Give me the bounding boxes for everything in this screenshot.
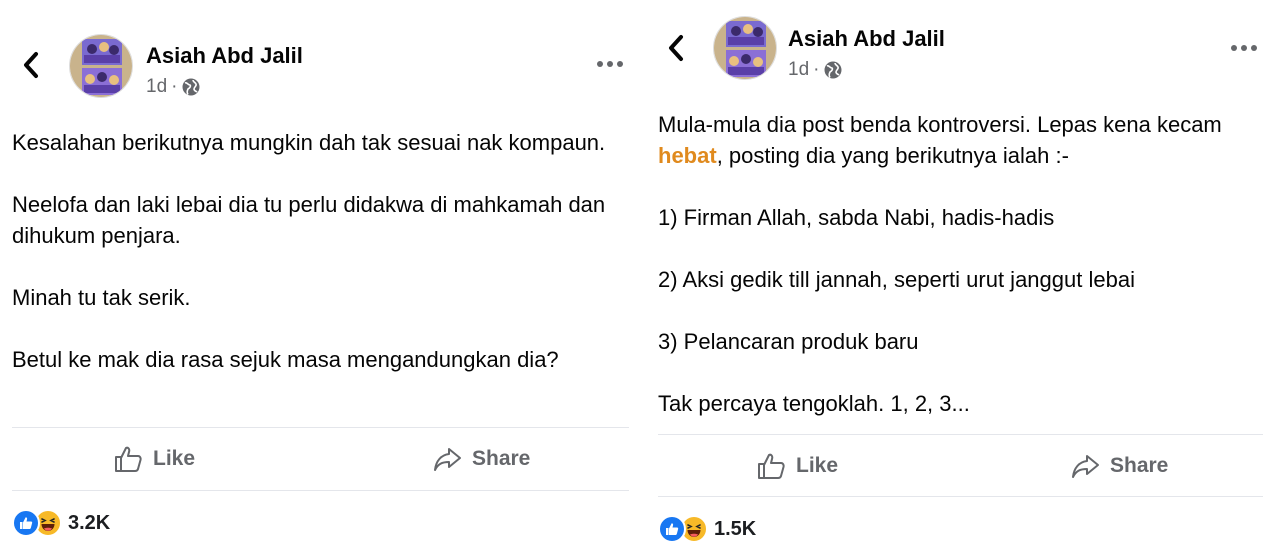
post-time[interactable]: 1d	[788, 59, 809, 81]
post-paragraph: Minah tu tak serik.	[12, 285, 191, 310]
highlighted-word: hebat	[658, 143, 717, 168]
post-card-2: Asiah Abd Jalil 1d · Mula-mula dia post …	[645, 0, 1280, 550]
divider	[658, 496, 1263, 497]
author-name[interactable]: Asiah Abd Jalil	[788, 26, 945, 52]
meta-separator: ·	[171, 76, 178, 97]
more-options-button[interactable]	[1230, 44, 1258, 52]
thumbs-up-icon	[758, 453, 785, 479]
post-body: Kesalahan berikutnya mungkin dah tak ses…	[12, 127, 627, 375]
share-arrow-icon	[434, 448, 461, 471]
chevron-left-icon	[24, 52, 38, 78]
reactions-summary[interactable]: 1.5K	[658, 515, 756, 543]
like-label: Like	[796, 454, 839, 477]
avatar[interactable]	[69, 34, 133, 98]
avatar-image	[70, 35, 132, 97]
more-horizontal-icon	[597, 61, 623, 67]
chevron-left-icon	[669, 35, 683, 61]
like-reaction-icon	[658, 515, 686, 543]
share-button[interactable]: Share	[432, 444, 530, 474]
reactions-summary[interactable]: 3.2K	[12, 509, 110, 537]
globe-icon	[182, 78, 200, 96]
globe-icon	[824, 61, 842, 79]
share-button[interactable]: Share	[1070, 451, 1168, 481]
reaction-count: 1.5K	[714, 517, 757, 540]
intro-text-end: , posting dia yang berikutnya ialah :-	[716, 143, 1069, 168]
post-paragraph: Betul ke mak dia rasa sejuk masa mengand…	[12, 347, 559, 372]
more-options-button[interactable]	[596, 60, 624, 68]
post-time[interactable]: 1d	[146, 76, 167, 98]
post-meta: 1d ·	[146, 76, 201, 98]
reaction-count: 3.2K	[68, 511, 111, 534]
back-button[interactable]	[16, 50, 46, 80]
like-label: Like	[153, 447, 196, 470]
avatar[interactable]	[713, 16, 777, 80]
like-button[interactable]: Like	[113, 444, 195, 474]
intro-text: Mula-mula dia post benda kontroversi. Le…	[658, 112, 1222, 137]
more-horizontal-icon	[1231, 45, 1257, 51]
like-button[interactable]: Like	[756, 451, 838, 481]
post-card-1: Asiah Abd Jalil 1d · Kesalahan berikutny…	[0, 0, 640, 550]
like-reaction-icon	[12, 509, 40, 537]
list-item: 2) Aksi gedik till jannah, seperti urut …	[658, 267, 1135, 292]
post-body: Mula-mula dia post benda kontroversi. Le…	[658, 109, 1258, 419]
divider	[658, 434, 1263, 435]
share-arrow-icon	[1072, 455, 1099, 478]
post-paragraph: Kesalahan berikutnya mungkin dah tak ses…	[12, 130, 606, 155]
post-paragraph: Mula-mula dia post benda kontroversi. Le…	[658, 109, 1258, 171]
meta-separator: ·	[813, 59, 820, 80]
divider	[12, 490, 629, 491]
list-item: 1) Firman Allah, sabda Nabi, hadis-hadis	[658, 205, 1055, 230]
back-button[interactable]	[661, 33, 691, 63]
post-paragraph: Tak percaya tengoklah. 1, 2, 3...	[658, 391, 970, 416]
thumbs-up-icon	[115, 446, 142, 472]
post-paragraph: Neelofa dan laki lebai dia tu perlu dida…	[12, 192, 606, 248]
divider	[12, 427, 629, 428]
list-item: 3) Pelancaran produk baru	[658, 329, 919, 354]
share-label: Share	[1110, 454, 1169, 477]
post-meta: 1d ·	[788, 59, 843, 81]
author-name[interactable]: Asiah Abd Jalil	[146, 43, 303, 69]
avatar-image	[714, 17, 776, 79]
share-label: Share	[472, 447, 531, 470]
